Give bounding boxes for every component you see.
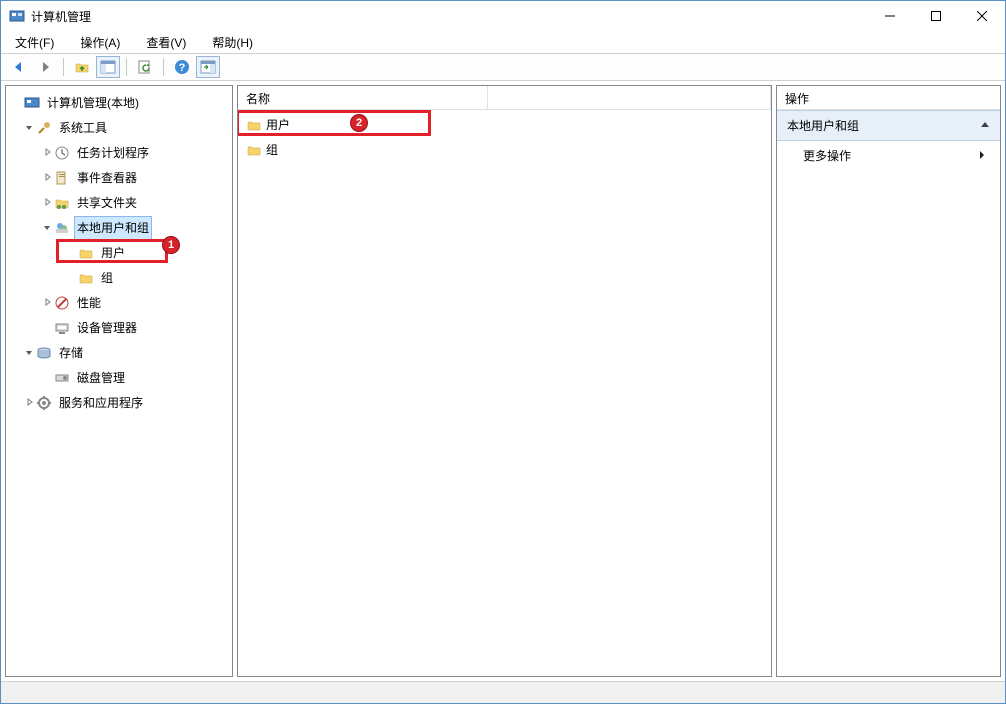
tools-icon — [36, 120, 52, 136]
expand-icon[interactable] — [22, 398, 36, 407]
collapse-triangle-icon — [980, 119, 990, 133]
device-manager-icon — [54, 320, 70, 336]
actions-section-label: 本地用户和组 — [787, 117, 859, 134]
forward-button[interactable] — [33, 56, 57, 78]
show-hide-tree-button[interactable] — [96, 56, 120, 78]
tree-system-tools-label: 系统工具 — [56, 116, 110, 140]
collapse-icon[interactable] — [22, 348, 36, 357]
expand-icon[interactable] — [40, 148, 54, 157]
tree-users-label: 用户 — [98, 241, 128, 265]
window-title: 计算机管理 — [31, 8, 867, 25]
list-item-groups-label: 组 — [266, 141, 278, 158]
actions-pane-header: 操作 — [777, 86, 1000, 110]
menu-view[interactable]: 查看(V) — [142, 32, 190, 53]
tree-groups-label: 组 — [98, 266, 116, 290]
tree-local-users-groups[interactable]: 本地用户和组 — [8, 215, 230, 240]
tree-groups[interactable]: 组 — [8, 265, 230, 290]
shared-folder-icon — [54, 195, 70, 211]
tree-event-viewer[interactable]: 事件查看器 — [8, 165, 230, 190]
column-spacer[interactable] — [488, 86, 771, 109]
tree-disk-management-label: 磁盘管理 — [74, 366, 128, 390]
tree-system-tools[interactable]: 系统工具 — [8, 115, 230, 140]
menu-help[interactable]: 帮助(H) — [208, 32, 257, 53]
column-name-label: 名称 — [246, 92, 270, 106]
list-item-groups[interactable]: 组 — [238, 137, 771, 162]
list-header: 名称 — [238, 86, 771, 110]
maximize-button[interactable] — [913, 1, 959, 31]
services-icon — [36, 395, 52, 411]
minimize-button[interactable] — [867, 1, 913, 31]
disk-icon — [54, 370, 70, 386]
back-button[interactable] — [7, 56, 31, 78]
svg-text:?: ? — [179, 62, 186, 74]
list-pane: 名称 用户 组 2 — [237, 85, 772, 677]
main-area: 计算机管理(本地) 系统工具 任务计划程序 事件查看器 共享文件夹 — [1, 81, 1005, 681]
menu-action[interactable]: 操作(A) — [76, 32, 124, 53]
tree-local-users-groups-label: 本地用户和组 — [74, 216, 152, 240]
close-button[interactable] — [959, 1, 1005, 31]
tree-performance-label: 性能 — [74, 291, 104, 315]
statusbar — [1, 681, 1005, 703]
tree-task-scheduler-label: 任务计划程序 — [74, 141, 152, 165]
expand-icon[interactable] — [40, 298, 54, 307]
folder-icon — [78, 270, 94, 286]
actions-section[interactable]: 本地用户和组 — [777, 110, 1000, 141]
tree-device-manager[interactable]: 设备管理器 — [8, 315, 230, 340]
toolbar-separator — [63, 58, 64, 76]
users-groups-icon — [54, 220, 70, 236]
clock-icon — [54, 145, 70, 161]
computer-management-icon — [24, 95, 40, 111]
actions-pane-header-label: 操作 — [785, 92, 809, 106]
expand-icon[interactable] — [40, 173, 54, 182]
show-hide-action-pane-button[interactable] — [196, 56, 220, 78]
refresh-button[interactable] — [133, 56, 157, 78]
tree-event-viewer-label: 事件查看器 — [74, 166, 140, 190]
tree-performance[interactable]: 性能 — [8, 290, 230, 315]
list-item-users[interactable]: 用户 — [238, 112, 771, 137]
up-button[interactable] — [70, 56, 94, 78]
storage-icon — [36, 345, 52, 361]
chevron-right-icon — [978, 149, 986, 163]
expand-icon[interactable] — [40, 198, 54, 207]
tree-shared-folders-label: 共享文件夹 — [74, 191, 140, 215]
menu-file[interactable]: 文件(F) — [11, 32, 58, 53]
window-controls — [867, 1, 1005, 31]
tree-root-label: 计算机管理(本地) — [44, 91, 142, 115]
tree-storage[interactable]: 存储 — [8, 340, 230, 365]
tree-services-apps-label: 服务和应用程序 — [56, 391, 146, 415]
event-viewer-icon — [54, 170, 70, 186]
column-name[interactable]: 名称 — [238, 86, 488, 109]
tree-device-manager-label: 设备管理器 — [74, 316, 140, 340]
list-body: 用户 组 2 — [238, 110, 771, 164]
folder-icon — [246, 142, 262, 158]
menubar: 文件(F) 操作(A) 查看(V) 帮助(H) — [1, 31, 1005, 53]
collapse-icon[interactable] — [40, 223, 54, 232]
collapse-icon[interactable] — [22, 123, 36, 132]
folder-icon — [78, 245, 94, 261]
folder-icon — [246, 117, 262, 133]
tree-disk-management[interactable]: 磁盘管理 — [8, 365, 230, 390]
toolbar-separator — [163, 58, 164, 76]
tree-root[interactable]: 计算机管理(本地) — [8, 90, 230, 115]
console-tree: 计算机管理(本地) 系统工具 任务计划程序 事件查看器 共享文件夹 — [6, 86, 232, 419]
toolbar-separator — [126, 58, 127, 76]
tree-users[interactable]: 用户 — [8, 240, 230, 265]
performance-icon — [54, 295, 70, 311]
tree-pane: 计算机管理(本地) 系统工具 任务计划程序 事件查看器 共享文件夹 — [5, 85, 233, 677]
actions-more[interactable]: 更多操作 — [777, 141, 1000, 170]
tree-shared-folders[interactable]: 共享文件夹 — [8, 190, 230, 215]
tree-task-scheduler[interactable]: 任务计划程序 — [8, 140, 230, 165]
app-icon — [9, 8, 25, 24]
titlebar: 计算机管理 — [1, 1, 1005, 31]
tree-storage-label: 存储 — [56, 341, 86, 365]
list-item-users-label: 用户 — [266, 116, 290, 133]
tree-services-apps[interactable]: 服务和应用程序 — [8, 390, 230, 415]
toolbar: ? — [1, 53, 1005, 81]
help-button[interactable]: ? — [170, 56, 194, 78]
actions-more-label: 更多操作 — [803, 147, 851, 164]
actions-pane: 操作 本地用户和组 更多操作 — [776, 85, 1001, 677]
